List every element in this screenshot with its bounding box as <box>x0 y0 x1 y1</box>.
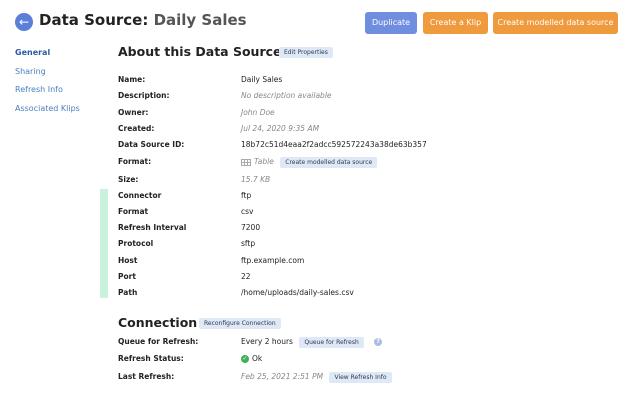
reconfigure-connection-button[interactable]: Reconfigure Connection <box>199 318 281 329</box>
refresh-status-row: Refresh Status: ✓ Ok <box>118 351 618 367</box>
page-title: Data Source: Daily Sales <box>39 11 247 29</box>
created-label: Created: <box>118 124 155 133</box>
refresh-status-wrap: ✓ Ok <box>241 351 262 367</box>
connector-format-value: csv <box>241 207 254 216</box>
port-value: 22 <box>241 272 251 281</box>
view-refresh-info-button[interactable]: View Refresh Info <box>329 371 392 383</box>
owner-label: Owner: <box>118 108 149 117</box>
title-prefix: Data Source: <box>39 11 149 29</box>
port-row: Port 22 <box>118 269 618 285</box>
description-value: No description available <box>241 91 332 100</box>
protocol-value: sftp <box>241 239 256 248</box>
connector-label: Connector <box>118 191 162 200</box>
created-value: Jul 24, 2020 9:35 AM <box>241 124 320 133</box>
queue-refresh-label: Queue for Refresh: <box>118 337 199 346</box>
data-source-id-label: Data Source ID: <box>118 140 185 149</box>
name-row: Name: Daily Sales <box>118 72 618 88</box>
owner-row: Owner: John Doe <box>118 105 618 121</box>
last-refresh-label: Last Refresh: <box>118 372 175 381</box>
sidebar-item-sharing[interactable]: Sharing <box>15 66 80 85</box>
format-create-modelled-button[interactable]: Create modelled data source <box>280 156 378 168</box>
host-label: Host <box>118 256 138 265</box>
size-label: Size: <box>118 175 139 184</box>
format-value-wrap: Table Create modelled data source <box>241 154 378 170</box>
format-value: Table <box>254 157 274 166</box>
connector-value: ftp <box>241 191 252 200</box>
back-arrow-icon[interactable]: ← <box>15 13 33 31</box>
name-label: Name: <box>118 75 146 84</box>
header: ← Data Source: Daily Sales Duplicate Cre… <box>0 0 640 44</box>
format-row: Format: Table Create modelled data sourc… <box>118 154 618 170</box>
protocol-row: Protocol sftp <box>118 236 618 252</box>
queue-for-refresh-button[interactable]: Queue for Refresh <box>299 336 364 348</box>
sidebar-item-refresh-info[interactable]: Refresh Info <box>15 84 80 103</box>
created-row: Created: Jul 24, 2020 9:35 AM <box>118 121 618 137</box>
last-refresh-row: Last Refresh: Feb 25, 2021 2:51 PM View … <box>118 369 618 385</box>
edit-properties-button[interactable]: Edit Properties <box>279 47 333 58</box>
size-value: 15.7 KB <box>241 175 271 184</box>
data-source-id-row: Data Source ID: 18b72c51d4eaa2f2adcc5925… <box>118 137 618 153</box>
refresh-interval-label: Refresh Interval <box>118 223 187 232</box>
format-label: Format: <box>118 157 152 166</box>
sidebar-item-associated-klips[interactable]: Associated Klips <box>15 103 80 122</box>
description-row: Description: No description available <box>118 88 618 104</box>
refresh-status-label: Refresh Status: <box>118 354 184 363</box>
port-label: Port <box>118 272 136 281</box>
create-klip-button[interactable]: Create a Klip <box>423 12 488 34</box>
connector-details-marker <box>100 189 108 298</box>
connection-section-title: Connection <box>118 315 198 330</box>
description-label: Description: <box>118 91 170 100</box>
last-refresh-value: Feb 25, 2021 2:51 PM <box>241 372 324 381</box>
table-icon <box>241 158 251 166</box>
duplicate-button[interactable]: Duplicate <box>365 12 417 34</box>
sidebar-nav: General Sharing Refresh Info Associated … <box>15 47 80 121</box>
queue-refresh-wrap: Every 2 hours Queue for Refresh ? <box>241 334 383 350</box>
name-value: Daily Sales <box>241 75 283 84</box>
path-row: Path /home/uploads/daily-sales.csv <box>118 285 618 301</box>
connector-format-row: Format csv <box>118 204 618 220</box>
queue-refresh-value: Every 2 hours <box>241 337 293 346</box>
path-label: Path <box>118 288 138 297</box>
protocol-label: Protocol <box>118 239 154 248</box>
create-modelled-data-source-button[interactable]: Create modelled data source <box>493 12 618 34</box>
host-row: Host ftp.example.com <box>118 253 618 269</box>
refresh-interval-value: 7200 <box>241 223 261 232</box>
connector-format-label: Format <box>118 207 149 216</box>
owner-value: John Doe <box>241 108 275 117</box>
host-value: ftp.example.com <box>241 256 305 265</box>
refresh-interval-row: Refresh Interval 7200 <box>118 220 618 236</box>
size-row: Size: 15.7 KB <box>118 172 618 188</box>
connector-row: Connector ftp <box>118 188 618 204</box>
title-name: Daily Sales <box>153 11 247 29</box>
path-value: /home/uploads/daily-sales.csv <box>241 288 354 297</box>
check-circle-icon: ✓ <box>241 355 249 363</box>
last-refresh-wrap: Feb 25, 2021 2:51 PM View Refresh Info <box>241 369 392 385</box>
help-info-icon[interactable]: ? <box>374 338 383 346</box>
sidebar-item-general[interactable]: General <box>15 47 80 66</box>
about-section-title: About this Data Source <box>118 44 282 59</box>
data-source-id-value: 18b72c51d4eaa2f2adcc592572243a38de63b357 <box>241 140 427 149</box>
queue-refresh-row: Queue for Refresh: Every 2 hours Queue f… <box>118 334 618 350</box>
refresh-status-value: Ok <box>252 354 263 363</box>
